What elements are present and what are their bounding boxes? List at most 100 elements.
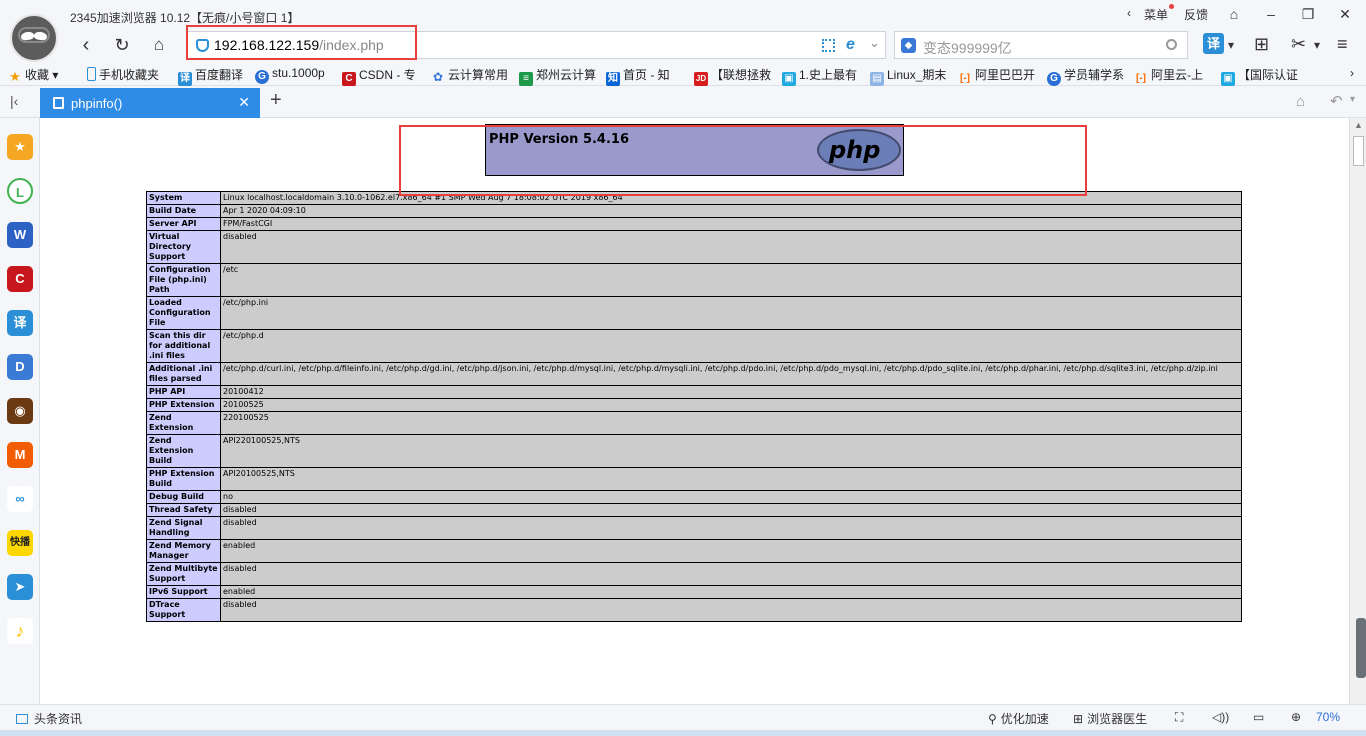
- zoom-level[interactable]: 70%: [1316, 710, 1340, 724]
- bookmark-item[interactable]: ≡ 郑州云计算: [519, 66, 596, 86]
- bookmark-item[interactable]: 手机收藏夹: [87, 66, 159, 83]
- bookmarks-bar: ★ 收藏 ▾ 手机收藏夹 译百度翻译 Gstu.1000p C CSDN - 专 ✿…: [0, 62, 1366, 86]
- d-app-icon[interactable]: D: [7, 354, 33, 380]
- table-row: Zend Memory Manager enabled: [146, 539, 1242, 563]
- bookmark-item[interactable]: JD 【联想拯救: [694, 66, 771, 86]
- tab-phpinfo[interactable]: phpinfo() ✕: [40, 88, 260, 118]
- browser-logo-icon[interactable]: [10, 14, 58, 62]
- bookmark-item[interactable]: ★ 收藏 ▾: [8, 66, 58, 84]
- table-row: Additional .ini files parsed/etc/php.d/c…: [146, 362, 1242, 386]
- aliyun-icon: [-]: [1136, 73, 1146, 84]
- side-panel-grip[interactable]: [1356, 618, 1366, 678]
- chevron-down-icon[interactable]: ▾: [1314, 38, 1320, 52]
- feedback-button[interactable]: 反馈: [1184, 6, 1208, 23]
- video-app-icon[interactable]: M: [7, 442, 33, 468]
- bookmark-item[interactable]: Gstu.1000p: [255, 66, 325, 84]
- tab-bar: |‹ phpinfo() ✕ + ⌂ ↶ ▾: [0, 86, 1366, 118]
- row-value: /etc/php.d/curl.ini, /etc/php.d/fileinfo…: [220, 362, 1242, 386]
- status-bar: 头条资讯 ⚲ 优化加速 ⊞ 浏览器医生 ⛶ ◁)) ▭ ⊕ 70%: [0, 704, 1366, 730]
- csdn-icon[interactable]: C: [7, 266, 33, 292]
- table-row: Zend Multibyte Support disabled: [146, 562, 1242, 586]
- row-key: Zend Signal Handling: [146, 516, 221, 540]
- bookmark-item[interactable]: ▤ Linux_期末: [870, 66, 946, 86]
- apps-grid-icon[interactable]: ⊞: [1254, 34, 1269, 55]
- volume-icon[interactable]: ◁)): [1212, 710, 1229, 724]
- table-row: PHP API 20100412: [146, 385, 1242, 399]
- doc-icon: ▤: [870, 72, 884, 86]
- zhihu-icon: 知: [606, 72, 620, 86]
- history-clock-icon[interactable]: L: [7, 178, 33, 204]
- maximize-button[interactable]: ❐: [1297, 4, 1319, 24]
- chevron-down-icon[interactable]: ⌄: [869, 35, 880, 51]
- version-highlight-box: [399, 125, 1087, 196]
- search-engine-icon[interactable]: ◆: [901, 38, 916, 53]
- row-value: 220100525: [220, 411, 1242, 435]
- bookmark-item[interactable]: 译百度翻译: [178, 66, 243, 86]
- scissors-icon[interactable]: ✂: [1291, 34, 1306, 55]
- row-value: disabled: [220, 503, 1242, 517]
- minimize-button[interactable]: –: [1260, 4, 1282, 24]
- send-app-icon[interactable]: ➤: [7, 574, 33, 600]
- speedup-button[interactable]: ⚲ 优化加速: [988, 710, 1049, 727]
- search-input[interactable]: 变态999999亿: [923, 38, 1012, 58]
- favorites-star-icon[interactable]: ★: [7, 134, 33, 160]
- vertical-scrollbar[interactable]: ▲: [1349, 118, 1366, 704]
- zoom-icon[interactable]: ⊕: [1291, 710, 1301, 724]
- bookmark-item[interactable]: ▣ 【国际认证: [1221, 66, 1298, 86]
- refresh-button[interactable]: ↻: [108, 32, 136, 58]
- news-icon: [16, 714, 28, 724]
- bookmark-item[interactable]: ▣ 1.史上最有: [782, 66, 857, 86]
- news-button[interactable]: 头条资讯: [16, 710, 82, 727]
- close-tab-icon[interactable]: ✕: [238, 94, 250, 111]
- row-key: System: [146, 191, 221, 205]
- search-box[interactable]: ◆ 变态999999亿: [894, 31, 1188, 59]
- translate-icon[interactable]: 译: [7, 310, 33, 336]
- table-row: PHP Extension 20100525: [146, 398, 1242, 412]
- jd-icon: JD: [694, 72, 708, 86]
- table-row: PHP Extension Build API20100525,NTS: [146, 467, 1242, 491]
- skin-icon[interactable]: ⌂: [1223, 4, 1245, 24]
- address-highlight-box: [186, 25, 417, 60]
- bookmark-item[interactable]: G 学员辅学系: [1047, 66, 1124, 86]
- chevron-down-icon[interactable]: ▾: [1228, 38, 1234, 52]
- scroll-up-icon[interactable]: ▲: [1354, 120, 1363, 130]
- row-key: Zend Extension Build: [146, 434, 221, 468]
- bookmarks-overflow-icon[interactable]: ›: [1350, 66, 1354, 80]
- home-button[interactable]: ⌂: [145, 32, 173, 58]
- translate-button[interactable]: 译: [1203, 33, 1224, 54]
- music-app-icon[interactable]: ♪: [7, 618, 33, 644]
- close-window-button[interactable]: ✕: [1334, 4, 1356, 24]
- word-doc-icon[interactable]: W: [7, 222, 33, 248]
- row-key: PHP Extension: [146, 398, 221, 412]
- bookmark-item[interactable]: C CSDN - 专: [342, 66, 416, 86]
- screen-icon[interactable]: ▭: [1253, 710, 1264, 724]
- menu-button[interactable]: 菜单: [1144, 6, 1168, 23]
- undo-close-icon[interactable]: ↶: [1330, 92, 1343, 110]
- chevron-left-icon[interactable]: ‹: [1127, 6, 1131, 20]
- search-icon[interactable]: [1166, 39, 1177, 50]
- download-icon[interactable]: ⛶: [1175, 710, 1183, 725]
- game-icon[interactable]: ◉: [7, 398, 33, 424]
- back-button[interactable]: ‹: [72, 32, 100, 58]
- new-tab-button[interactable]: +: [270, 89, 282, 112]
- chevron-down-icon[interactable]: ▾: [1350, 94, 1355, 105]
- qr-code-icon[interactable]: [822, 39, 835, 52]
- page-content: PHP Version 5.4.16 php System Linux local…: [40, 118, 1348, 704]
- tab-restore-icon[interactable]: ⌂: [1296, 93, 1305, 110]
- bookmark-item[interactable]: 知首页 - 知: [606, 66, 670, 86]
- browser-doctor-button[interactable]: ⊞ 浏览器医生: [1073, 710, 1147, 727]
- more-menu-icon[interactable]: ≡: [1337, 34, 1348, 55]
- kuaibo-app-icon[interactable]: 快播: [7, 530, 33, 556]
- row-value: 20100412: [220, 385, 1242, 399]
- row-key: Debug Build: [146, 490, 221, 504]
- ie-mode-icon[interactable]: e: [846, 36, 855, 54]
- sidebar-toggle-icon[interactable]: |‹: [10, 93, 18, 109]
- bookmark-item[interactable]: [-] 阿里云-上: [1134, 66, 1203, 86]
- cloud-app-icon[interactable]: ∞: [7, 486, 33, 512]
- row-key: PHP API: [146, 385, 221, 399]
- bookmark-item[interactable]: [-] 阿里巴巴开: [958, 66, 1035, 86]
- bookmark-item[interactable]: ✿ 云计算常用: [431, 66, 508, 84]
- table-row: Scan this dir for additional .ini files /…: [146, 329, 1242, 363]
- csdn-icon: C: [342, 72, 356, 86]
- scrollbar-thumb[interactable]: [1353, 136, 1364, 166]
